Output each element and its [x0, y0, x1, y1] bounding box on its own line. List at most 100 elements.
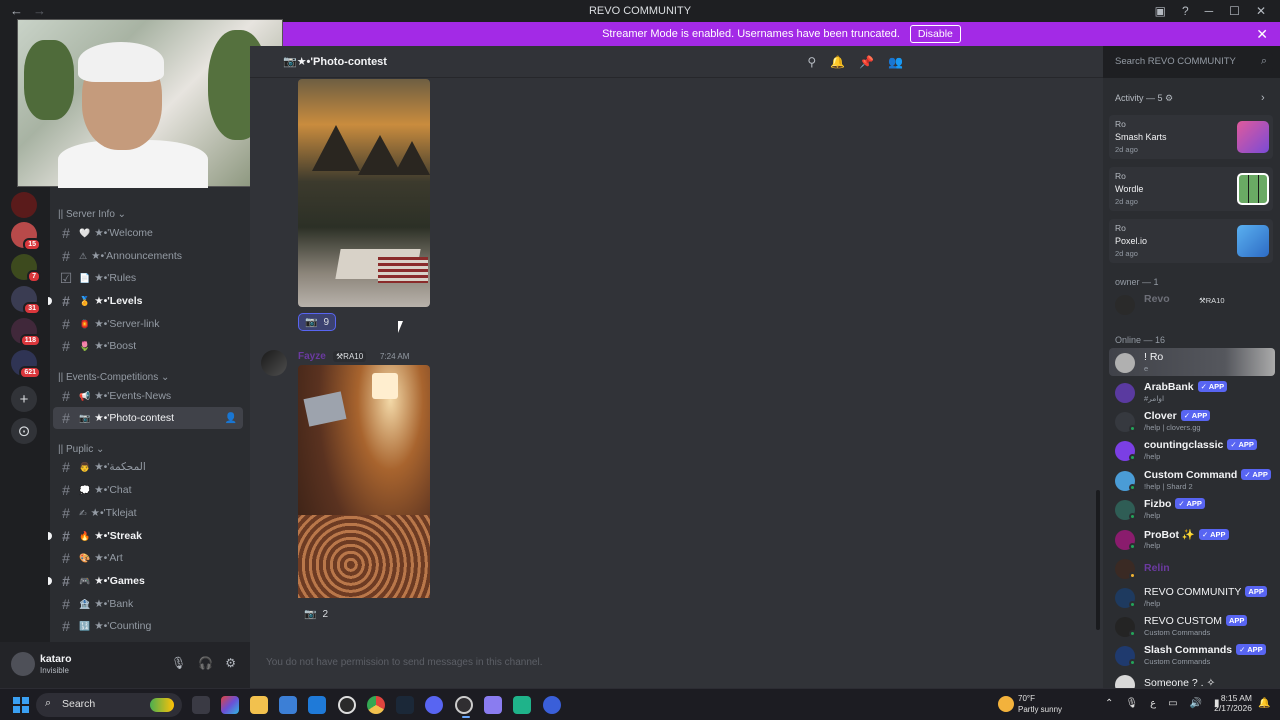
member-row[interactable]: Clover ✓ APP/help | clovers.gg	[1109, 407, 1275, 435]
server-icon[interactable]: 15	[11, 222, 41, 251]
pin-icon[interactable]: 📌	[859, 55, 874, 69]
server-icon[interactable]: 7	[11, 254, 41, 283]
channel-tklejat[interactable]: # ✍ ★•'Tklejat	[53, 502, 243, 524]
guild-tag: ⚒RA10	[333, 351, 367, 362]
activity-card[interactable]: Ro Wordle 2d ago	[1109, 167, 1273, 211]
close-window-button[interactable]: ✕	[1256, 4, 1266, 18]
search-input[interactable]: Search REVO COMMUNITY ⌕	[1109, 53, 1273, 71]
minimize-button[interactable]: ─	[1205, 4, 1214, 18]
disable-streamer-mode-button[interactable]: Disable	[909, 25, 961, 43]
outlook-icon[interactable]	[308, 696, 326, 714]
camera-reaction[interactable]: 📷 2	[298, 605, 334, 623]
settings-gear-icon[interactable]	[338, 696, 356, 714]
camera-reaction[interactable]: 📷 9	[298, 313, 337, 331]
member-owner[interactable]: Revo ⚒RA10	[1109, 290, 1275, 318]
app-icon[interactable]	[543, 696, 561, 714]
hash-icon: #	[62, 459, 70, 475]
chevron-up-icon[interactable]: ⌃	[1105, 698, 1113, 709]
settings-gear-icon[interactable]: ⚙	[225, 656, 236, 670]
help-icon[interactable]: ?	[1182, 4, 1189, 18]
activity-card[interactable]: Ro Smash Karts 2d ago	[1109, 115, 1273, 159]
contest-photo-cabins[interactable]	[298, 79, 430, 307]
windows-start-icon[interactable]	[13, 697, 29, 713]
member-row[interactable]: Custom Command ✓ APP !help | Shard 2	[1109, 466, 1275, 494]
chat-scrollbar[interactable]	[1096, 490, 1100, 630]
member-row[interactable]: REVO CUSTOM APP Custom Commands	[1109, 612, 1275, 640]
headset-icon[interactable]: 🎧	[198, 656, 213, 670]
server-folder[interactable]: 118	[11, 318, 41, 347]
member-row[interactable]: Fizbo ✓ APP/help	[1109, 495, 1275, 523]
channel-photo-contest[interactable]: # 📷 ★•'Photo-contest 👤	[53, 407, 243, 429]
channel-chat[interactable]: # 💭 ★•'Chat	[53, 479, 243, 501]
avatar[interactable]	[11, 652, 35, 676]
obs-icon[interactable]	[455, 696, 473, 718]
store-icon[interactable]	[279, 696, 297, 714]
message-author[interactable]: Fayze	[298, 351, 326, 362]
server-icon[interactable]	[11, 192, 37, 218]
member-list-icon[interactable]: 👥	[888, 55, 903, 69]
channel-welcome[interactable]: # 🤍 ★•'Welcome	[53, 222, 243, 244]
channel-art[interactable]: # 🎨 ★•'Art	[53, 547, 243, 569]
channel-counting[interactable]: # 🔢 ★•'Counting	[53, 615, 243, 637]
taskbar-clock[interactable]: 8:15 AM 2/17/2026	[1214, 693, 1252, 713]
notification-bell-icon[interactable]: 🔔	[830, 55, 845, 69]
inbox-icon[interactable]: ▣	[1155, 4, 1166, 18]
member-row[interactable]: ProBot ✨ ✓ APP/help	[1109, 525, 1275, 553]
category-server-info[interactable]: || Server Info ⌄	[58, 209, 126, 220]
channel-court[interactable]: # 👨 ★•'المحكمة	[53, 456, 243, 478]
channel-games[interactable]: # 🎮 ★•'Games	[53, 570, 243, 592]
file-explorer-icon[interactable]	[250, 696, 268, 714]
microphone-icon[interactable]: 🎙	[171, 656, 186, 670]
channel-boost[interactable]: # 🌷 ★•'Boost	[53, 335, 243, 357]
activity-card[interactable]: Ro Poxel.io 2d ago	[1109, 219, 1273, 263]
channel-rules[interactable]: ☑ 📄 ★•'Rules	[53, 267, 243, 289]
user-panel: kataro Invisible 🎙 🎧 ⚙	[0, 642, 250, 688]
channel-levels[interactable]: # 🏅 ★•'Levels	[53, 290, 243, 312]
channel-streak[interactable]: # 🔥 ★•'Streak	[53, 525, 243, 547]
microphone-icon[interactable]: 🎙	[1125, 698, 1138, 709]
add-server-button[interactable]: +	[11, 386, 37, 412]
member-row[interactable]: ! Ro e	[1109, 348, 1275, 376]
network-icon[interactable]: ▭	[1168, 698, 1177, 709]
member-row[interactable]: Someone ? . ✧	[1109, 670, 1275, 688]
member-row[interactable]: REVO COMMUNITY APP/help	[1109, 583, 1275, 611]
hash-icon: #	[62, 550, 70, 566]
discord-icon[interactable]	[425, 696, 443, 714]
gamepad-icon[interactable]	[484, 696, 502, 714]
maximize-button[interactable]: ☐	[1229, 4, 1240, 18]
volume-icon[interactable]: 🔊	[1190, 698, 1202, 709]
contest-photo-room[interactable]	[298, 365, 430, 598]
language-indicator[interactable]: ع	[1150, 698, 1156, 709]
member-row[interactable]: Relin	[1109, 554, 1275, 582]
banner-close-icon[interactable]: ✕	[1256, 26, 1268, 43]
threads-icon[interactable]: ⚲	[807, 55, 816, 69]
task-view-icon[interactable]	[192, 696, 210, 714]
category-events[interactable]: || Events-Competitions ⌄	[58, 372, 169, 383]
steam-icon[interactable]	[396, 696, 414, 714]
camera-icon: 📷	[305, 316, 318, 328]
channel-server-link[interactable]: # 🏮 ★•'Server-link	[53, 313, 243, 335]
microsoft-365-icon[interactable]	[221, 696, 239, 714]
invite-member-icon[interactable]: 👤	[225, 413, 237, 424]
server-folder[interactable]: 621	[11, 350, 41, 379]
avatar[interactable]	[261, 350, 287, 376]
member-row[interactable]: countingclassic ✓ APP/help	[1109, 436, 1275, 464]
explore-servers-icon[interactable]: ⊙	[11, 418, 37, 444]
channel-announcements[interactable]: # ⚠ ★•'Announcements	[53, 245, 243, 267]
category-puplic[interactable]: || Puplic ⌄	[58, 444, 104, 455]
taskbar-search[interactable]: ⌕ Search	[36, 693, 182, 717]
chevron-right-icon[interactable]: ›	[1261, 92, 1265, 104]
server-folder[interactable]: 31	[11, 286, 41, 315]
member-row[interactable]: Slash Commands ✓ APP Custom Commands	[1109, 641, 1275, 669]
notification-bell-icon[interactable]: 🔔	[1258, 698, 1270, 709]
member-row[interactable]: ArabBank ✓ APP #اوامر	[1109, 378, 1275, 406]
channel-events-news[interactable]: # 📢 ★•'Events-News	[53, 385, 243, 407]
chrome-icon[interactable]	[367, 696, 385, 714]
channel-bank[interactable]: # 🏦 ★•'Bank	[53, 593, 243, 615]
username[interactable]: kataro	[40, 653, 72, 665]
activity-header[interactable]: Activity — 5 ⚙	[1115, 93, 1173, 104]
app-icon[interactable]	[513, 696, 531, 714]
channel-emoji: 🎮	[79, 575, 91, 586]
reaction-count: 2	[322, 608, 329, 620]
member-name: Someone ? . ✧	[1144, 677, 1216, 688]
